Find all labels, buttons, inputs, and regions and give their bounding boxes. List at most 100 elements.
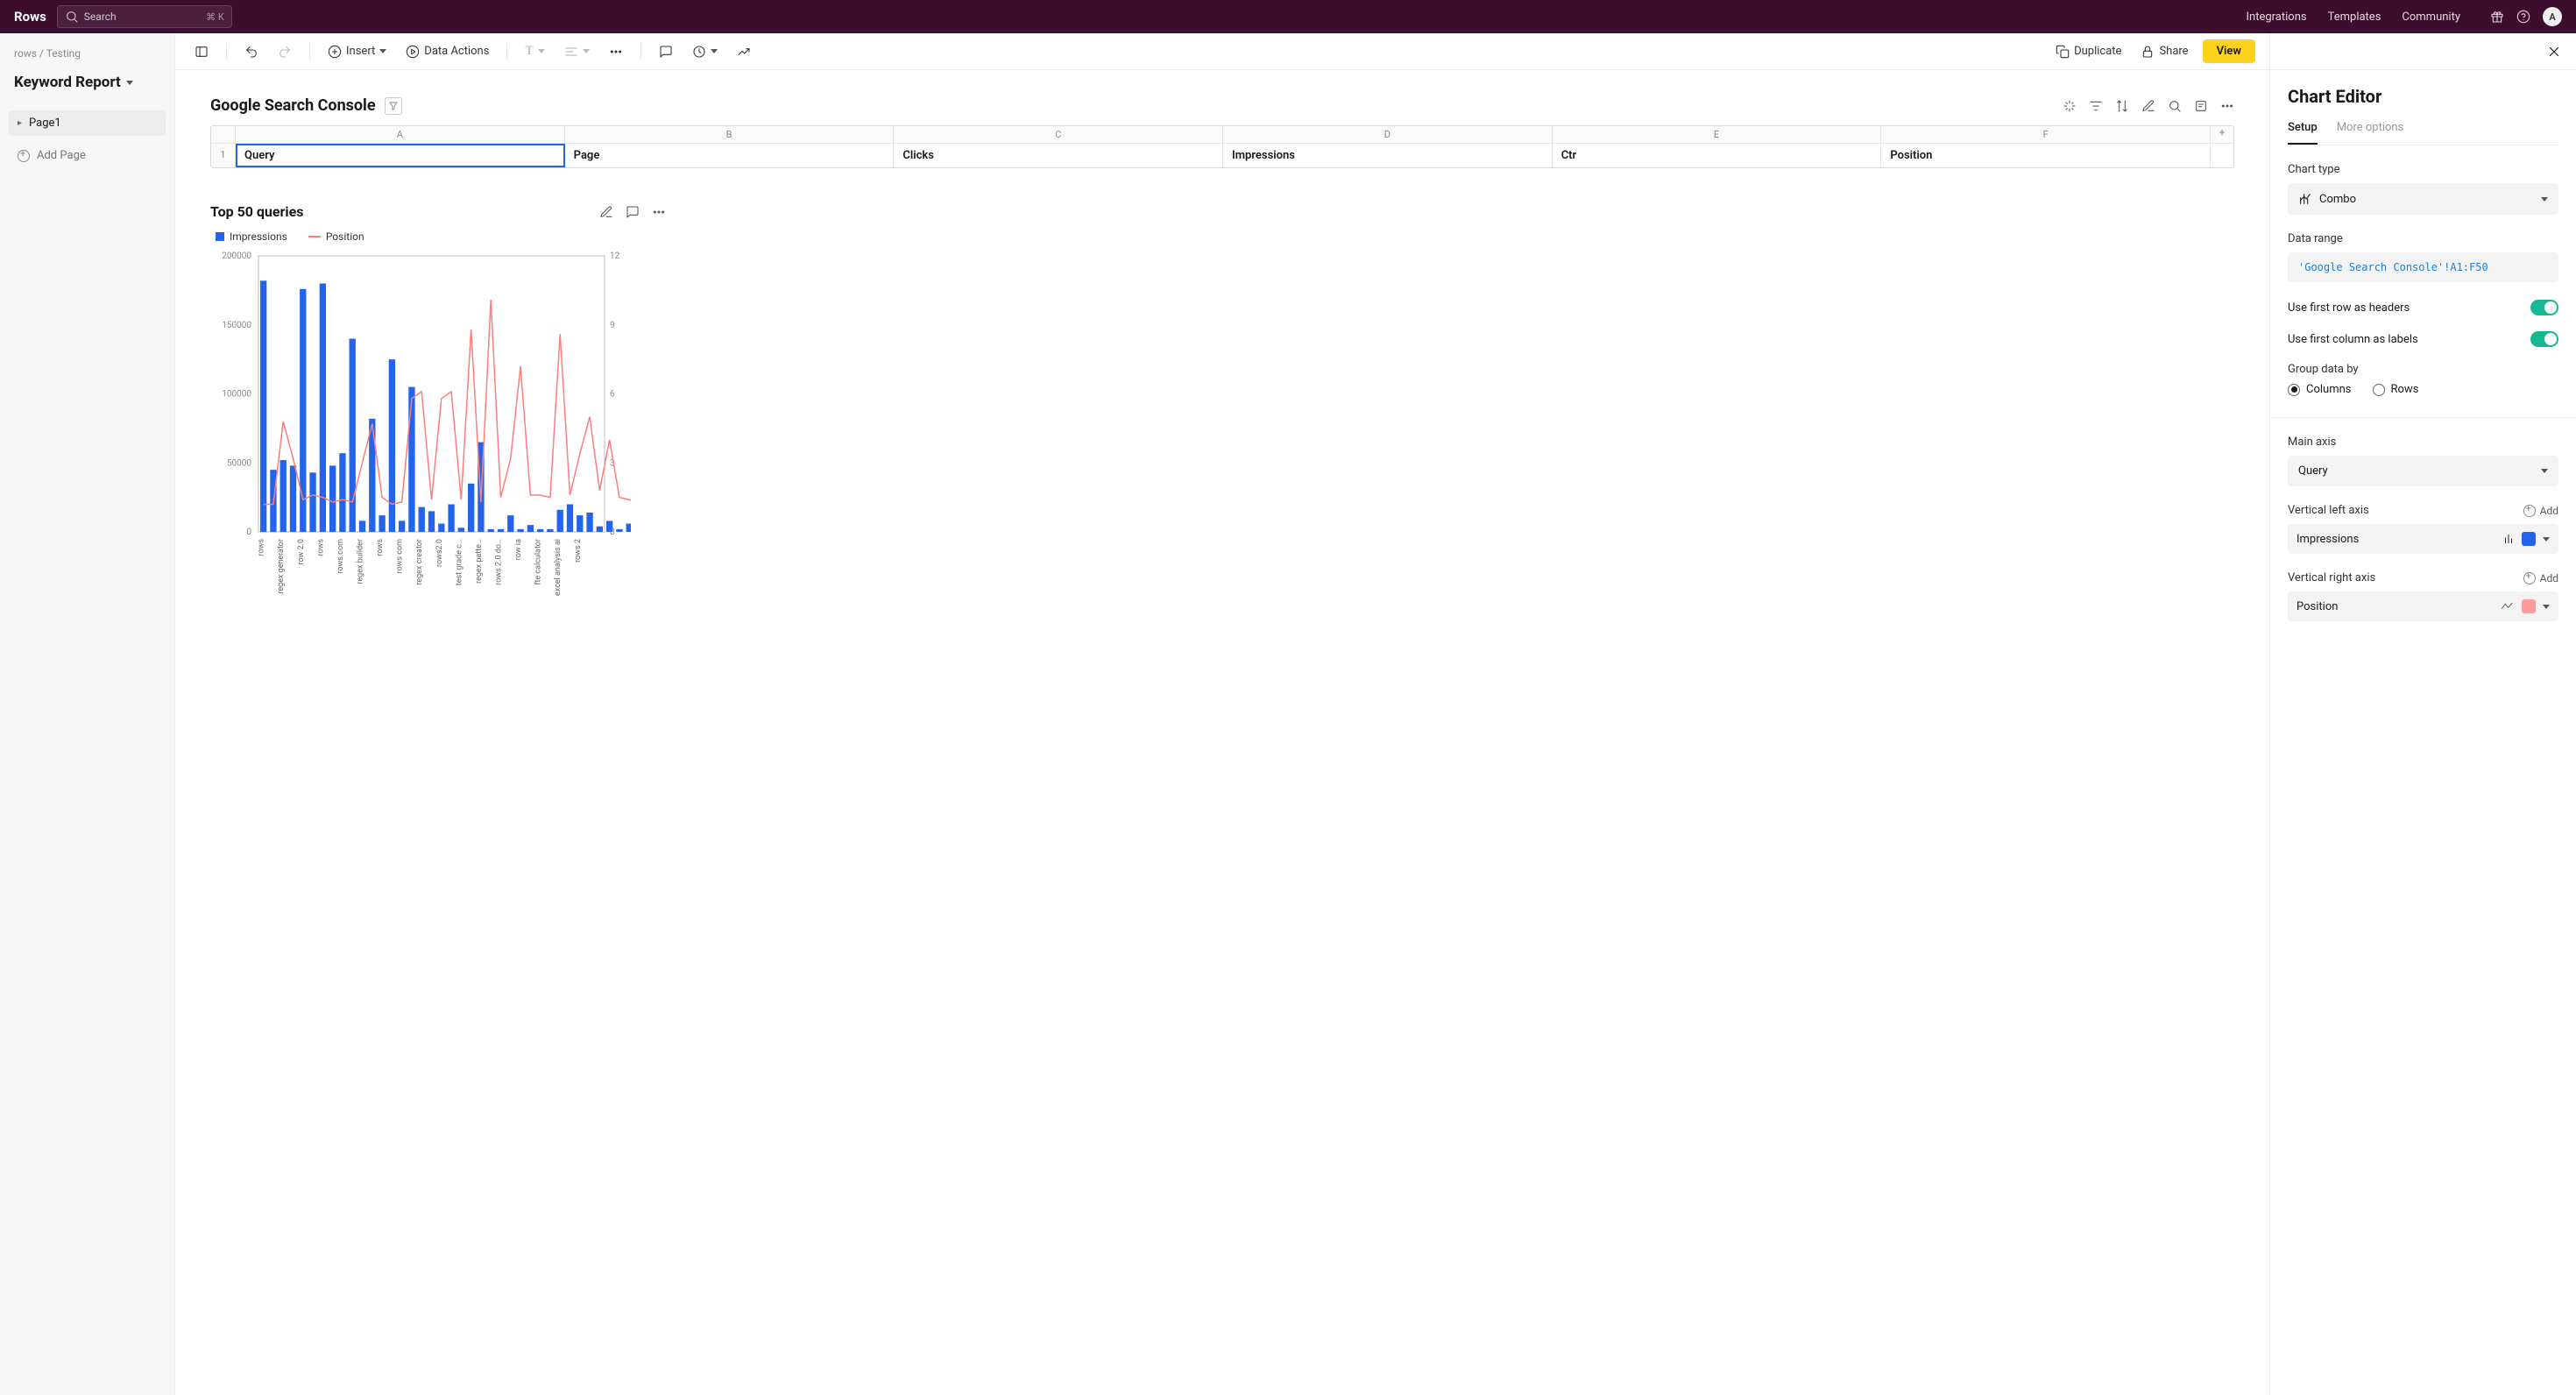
col-header[interactable]: A <box>236 126 565 144</box>
tab-setup[interactable]: Setup <box>2288 121 2318 145</box>
edit-icon[interactable] <box>599 205 613 219</box>
cell-c1[interactable]: Clicks <box>894 144 1223 167</box>
search-icon[interactable] <box>2168 99 2182 113</box>
cell-b1[interactable]: Page <box>565 144 895 167</box>
table-title[interactable]: Google Search Console <box>210 96 376 115</box>
group-columns-radio[interactable]: Columns <box>2288 383 2352 396</box>
edit-icon[interactable] <box>2141 99 2155 113</box>
panel-toggle-button[interactable] <box>189 41 214 62</box>
doc-menu-icon[interactable] <box>126 81 133 85</box>
duplicate-button[interactable]: Duplicate <box>2050 41 2127 62</box>
group-rows-radio[interactable]: Rows <box>2373 383 2419 396</box>
search-kbd: ⌘ K <box>206 11 224 23</box>
trend-button[interactable] <box>732 41 756 62</box>
svg-text:6: 6 <box>610 390 615 400</box>
vleft-field[interactable]: Impressions <box>2288 524 2558 554</box>
nav-community[interactable]: Community <box>2402 11 2460 24</box>
breadcrumb-current[interactable]: Testing <box>46 47 81 60</box>
dots-icon[interactable] <box>652 205 666 219</box>
svg-text:rows: rows <box>258 539 266 556</box>
chart-plot[interactable]: 050000100000150000200000036912rowsregex … <box>210 251 666 602</box>
sparkle-icon[interactable] <box>2063 99 2077 113</box>
undo-button[interactable] <box>239 41 264 62</box>
nav-templates[interactable]: Templates <box>2328 11 2381 24</box>
data-actions-button[interactable]: Data Actions <box>400 41 494 62</box>
chevron-right-icon: ▸ <box>18 118 22 128</box>
breadcrumb-root[interactable]: rows <box>14 47 37 60</box>
logo[interactable]: Rows <box>14 9 46 25</box>
svg-text:rows 2: rows 2 <box>574 539 583 563</box>
nav-integrations[interactable]: Integrations <box>2246 11 2306 24</box>
note-icon[interactable] <box>2194 99 2208 113</box>
data-range-input[interactable] <box>2288 252 2558 282</box>
svg-text:12: 12 <box>610 251 620 261</box>
col-header[interactable]: B <box>565 126 895 144</box>
col-header[interactable]: D <box>1223 126 1553 144</box>
align-button[interactable] <box>559 41 595 62</box>
vright-field[interactable]: Position <box>2288 591 2558 621</box>
page-label: Page1 <box>29 117 61 130</box>
cell-e1[interactable]: Ctr <box>1553 144 1882 167</box>
cell-d1[interactable]: Impressions <box>1223 144 1553 167</box>
gift-icon[interactable] <box>2490 10 2504 24</box>
col-header[interactable]: E <box>1553 126 1882 144</box>
sheet[interactable]: A B C D E F + 1 Query Page Clicks <box>210 125 2234 168</box>
add-column-button[interactable]: + <box>2211 126 2233 144</box>
vleft-add-button[interactable]: Add <box>2523 505 2558 517</box>
search-placeholder: Search <box>84 11 117 23</box>
chart-type-select[interactable]: Combo <box>2288 183 2558 215</box>
combo-icon <box>2298 192 2312 206</box>
insert-button[interactable]: Insert <box>322 41 392 62</box>
sheet-corner[interactable] <box>211 126 236 144</box>
comment-icon[interactable] <box>626 205 640 219</box>
canvas: Google Search Console <box>175 70 2269 1395</box>
history-button[interactable] <box>687 41 723 62</box>
bar-icon[interactable] <box>2502 533 2515 545</box>
comment-button[interactable] <box>654 41 678 62</box>
cell-f1[interactable]: Position <box>1881 144 2211 167</box>
share-button[interactable]: Share <box>2135 41 2193 62</box>
chevron-down-icon[interactable] <box>2543 605 2550 609</box>
table-widget: Google Search Console <box>210 96 2234 168</box>
vright-add-button[interactable]: Add <box>2523 572 2558 584</box>
plus-circle-icon <box>328 45 342 59</box>
close-icon[interactable] <box>2546 44 2562 60</box>
play-circle-icon <box>406 45 420 59</box>
color-chip[interactable] <box>2522 599 2536 613</box>
col-header[interactable]: F <box>1881 126 2211 144</box>
breadcrumb[interactable]: rows / Testing <box>9 44 166 63</box>
first-col-labels-toggle[interactable] <box>2530 331 2558 347</box>
sidebar-page-item[interactable]: ▸ Page1 <box>9 110 166 136</box>
sort-icon[interactable] <box>2115 99 2129 113</box>
color-chip[interactable] <box>2522 532 2536 546</box>
avatar[interactable]: A <box>2543 7 2562 26</box>
search-input[interactable]: Search ⌘ K <box>57 5 232 28</box>
svg-text:fte calculator: fte calculator <box>534 539 543 585</box>
filter-icon[interactable] <box>2089 99 2103 113</box>
lock-icon <box>2141 45 2155 59</box>
tab-more-options[interactable]: More options <box>2337 121 2404 145</box>
clock-icon <box>692 45 706 59</box>
line-icon[interactable] <box>2501 601 2515 612</box>
cell-a1[interactable]: Query <box>236 144 565 167</box>
doc-title[interactable]: Keyword Report <box>14 74 121 91</box>
svg-text:0: 0 <box>246 528 251 537</box>
first-row-headers-toggle[interactable] <box>2530 300 2558 315</box>
add-page-button[interactable]: Add Page <box>9 141 166 170</box>
help-icon[interactable] <box>2516 10 2530 24</box>
svg-text:rows com: rows com <box>396 539 405 574</box>
chart-title[interactable]: Top 50 queries <box>210 203 304 220</box>
source-badge[interactable] <box>385 97 402 115</box>
text-format-button[interactable]: T <box>520 40 549 62</box>
col-header[interactable]: C <box>894 126 1223 144</box>
svg-text:rows: rows <box>316 539 325 556</box>
redo-button[interactable] <box>272 41 297 62</box>
main-axis-select[interactable]: Query <box>2288 456 2558 486</box>
row-number[interactable]: 1 <box>211 144 236 167</box>
chevron-down-icon <box>2541 197 2548 202</box>
more-format-button[interactable] <box>604 41 628 62</box>
dots-icon[interactable] <box>2220 99 2234 113</box>
chevron-down-icon[interactable] <box>2543 537 2550 542</box>
view-button[interactable]: View <box>2203 39 2255 63</box>
svg-text:50000: 50000 <box>227 458 251 468</box>
